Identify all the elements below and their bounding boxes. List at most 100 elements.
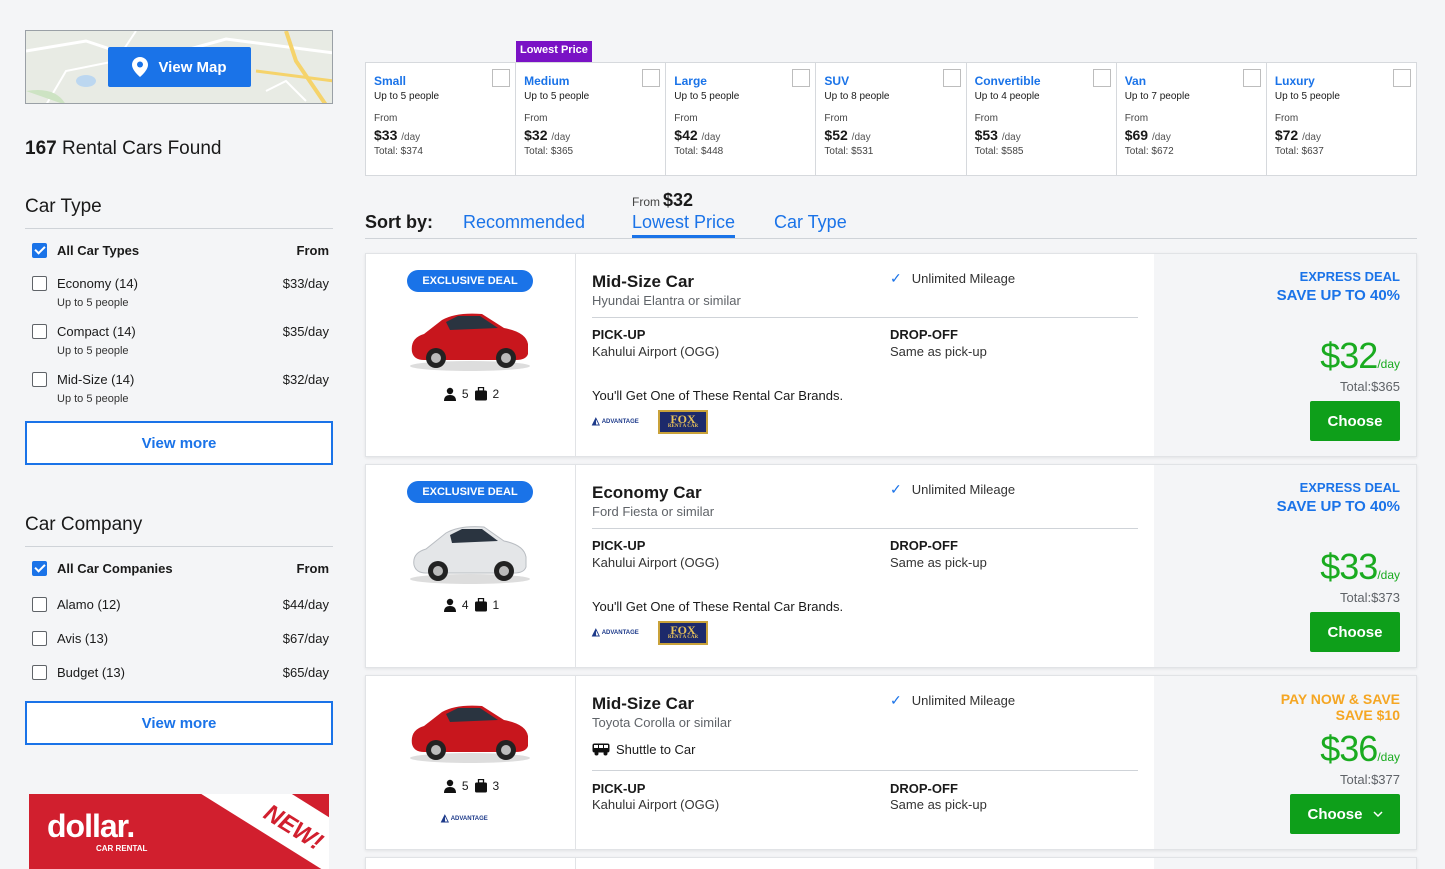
type-total: Total: $374 [374,146,423,157]
type-card-small[interactable]: Small Up to 5 people From $33 /day Total… [366,63,517,175]
all-car-companies-checkbox[interactable] [32,560,47,576]
price-value: $52 [824,127,848,143]
car-image [410,313,530,371]
type-checkbox[interactable] [1392,69,1411,87]
total-price: Total:$373 [1340,590,1400,605]
result-price-column [1154,858,1416,869]
filter-label: Compact (14) [57,324,136,339]
map-preview[interactable]: View Map [25,30,333,104]
deal-savings: SAVE UP TO 40% [1276,287,1400,304]
company-filter-avis[interactable]: Avis (13) $67/day [25,630,333,647]
person-icon [443,779,456,793]
type-price: $52 /day [824,127,957,143]
alamo-checkbox[interactable] [32,597,47,612]
dropoff-location: Same as pick-up [890,344,987,359]
type-card-luxury[interactable]: Luxury Up to 5 people From $72 /day Tota… [1267,63,1416,175]
daily-price: $33/day [1320,546,1400,588]
filter-price: $65/day [282,665,329,680]
results-count-number: 167 [25,138,57,159]
deal-label: EXPRESS DEAL [1299,480,1400,495]
car-name: Mid-Size Car [592,694,695,713]
car-similar: Toyota Corolla or similar [592,715,732,730]
type-checkbox[interactable] [942,69,961,87]
type-checkbox[interactable] [492,69,511,87]
type-from: From [674,113,698,124]
company-view-more-button[interactable]: View more [25,701,333,745]
company-filter-budget[interactable]: Budget (13) $65/day [25,664,333,681]
type-card-medium[interactable]: Medium Up to 5 people From $32 /day Tota… [516,63,667,175]
car-type-filter-compact[interactable]: Compact (14) Up to 5 people $35/day [25,324,333,357]
dollar-logo: dollar. [47,808,135,844]
suitcase-icon [474,779,487,793]
deal-label: PAY NOW & SAVE [1280,691,1400,707]
dropoff-location: Same as pick-up [890,797,987,812]
result-image-column: EXCLUSIVE DEAL 5 2 [366,254,576,456]
people-count: 5 [461,387,469,401]
type-total: Total: $637 [1274,146,1324,157]
sort-tab-car-type[interactable]: Car Type [774,212,847,233]
type-checkbox[interactable] [642,69,661,87]
result-details-column: Economy Car Ford Fiesta or similar ✓ Unli… [576,465,1154,667]
result-image-column: 5 3 ◭ ADVANTAGE [366,676,576,849]
type-checkbox[interactable] [792,69,811,87]
choose-button[interactable]: Choose [1310,401,1400,441]
type-card-convertible[interactable]: Convertible Up to 4 people From $53 /day… [967,63,1117,175]
budget-checkbox[interactable] [32,665,47,680]
deal-label: EXPRESS DEAL [1299,269,1400,284]
dropoff-location: Same as pick-up [890,555,987,570]
company-filter-alamo[interactable]: Alamo (12) $44/day [25,596,333,613]
brands-text: You'll Get One of These Rental Car Brand… [592,599,844,614]
capacity-row: 5 3 [366,779,576,793]
type-card-large[interactable]: Large Up to 5 people From $42 /day Total… [666,63,817,175]
type-card-van[interactable]: Van Up to 7 people From $69 /day Total: … [1117,63,1267,175]
car-type-view-more-button[interactable]: View more [25,421,333,465]
price-unit: /day [1302,132,1321,143]
fox-logo-sub: RENT A CAR [667,634,699,640]
type-price: $42 /day [674,127,807,143]
sort-tab-lowest-price[interactable]: Lowest Price [632,212,736,238]
sort-tab-recommended[interactable]: Recommended [463,212,585,233]
type-from: From [1124,113,1149,124]
from-column-label: From [296,242,330,258]
type-card-suv[interactable]: SUV Up to 8 people From $52 /day Total: … [816,63,967,175]
result-details-column [576,858,1154,869]
type-checkbox[interactable] [1092,69,1111,87]
type-total: Total: $585 [974,146,1024,157]
view-map-button[interactable]: View Map [108,47,251,87]
type-from: From [524,113,548,124]
all-car-types-row[interactable]: All Car Types From [25,239,333,261]
compact-checkbox[interactable] [32,324,47,339]
car-type-strip: Small Up to 5 people From $33 /day Total… [365,62,1417,176]
advantage-logo: ◭ ADVANTAGE [441,813,488,824]
divider [592,770,1138,771]
mileage-info: ✓ Unlimited Mileage [890,270,1015,287]
shuttle-info: Shuttle to Car [592,742,696,757]
fox-logo: FOX RENT A CAR [658,621,708,645]
type-checkbox[interactable] [1242,69,1261,87]
economy-checkbox[interactable] [32,276,47,291]
price-unit: /day [1001,132,1021,143]
car-name: Mid-Size Car [592,272,695,291]
price-value: $32 [1320,335,1378,376]
choose-dropdown-button[interactable]: Choose [1290,794,1400,834]
filter-price: $44/day [282,597,329,612]
type-price: $69 /day [1125,127,1258,143]
type-from: From [374,113,398,124]
all-car-types-checkbox[interactable] [32,242,47,258]
bag-count: 3 [492,779,500,793]
dropoff-label: DROP-OFF [890,538,958,553]
price-unit: /day [701,132,721,143]
result-price-column: PAY NOW & SAVE SAVE $10 $36/day Total:$3… [1154,676,1416,849]
type-total: Total: $448 [674,146,724,157]
advantage-logo-text: ADVANTAGE [450,815,488,822]
price-unit: /day [851,132,871,143]
dollar-ad-banner[interactable]: NEW! dollar. CAR RENTAL [29,794,329,869]
avis-checkbox[interactable] [32,631,47,646]
shuttle-bus-icon [592,743,610,756]
choose-button[interactable]: Choose [1310,612,1400,652]
car-type-filter-economy[interactable]: Economy (14) Up to 5 people $33/day [25,276,333,309]
all-car-companies-row[interactable]: All Car Companies From [25,557,333,579]
midsize-checkbox[interactable] [32,372,47,387]
result-price-column: EXPRESS DEAL SAVE UP TO 40% $33/day Tota… [1154,465,1416,667]
car-type-filter-midsize[interactable]: Mid-Size (14) Up to 5 people $32/day [25,372,333,405]
